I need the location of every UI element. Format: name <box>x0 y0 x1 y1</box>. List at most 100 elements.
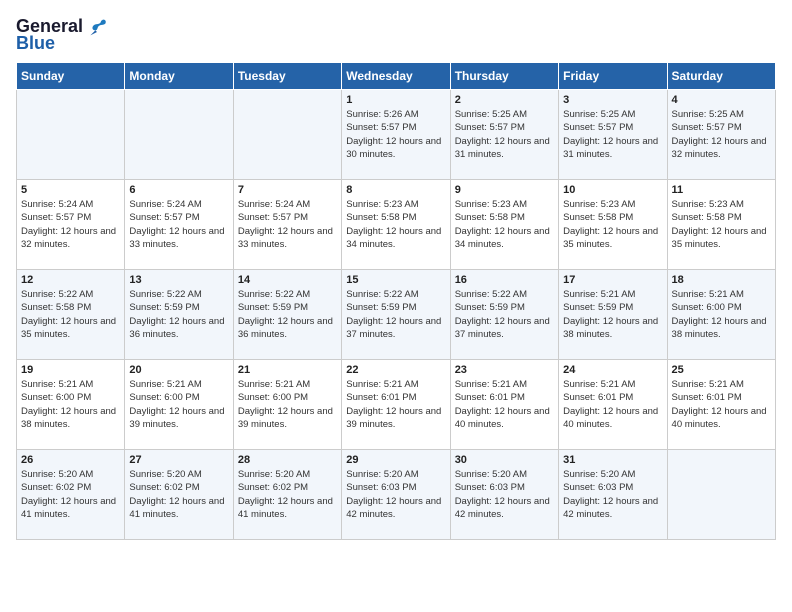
calendar-cell: 17 Sunrise: 5:21 AM Sunset: 5:59 PM Dayli… <box>559 270 667 360</box>
calendar-cell: 25 Sunrise: 5:21 AM Sunset: 6:01 PM Dayli… <box>667 360 775 450</box>
day-info: Sunrise: 5:24 AM Sunset: 5:57 PM Dayligh… <box>21 198 120 251</box>
day-info: Sunrise: 5:20 AM Sunset: 6:03 PM Dayligh… <box>563 468 662 521</box>
day-info: Sunrise: 5:25 AM Sunset: 5:57 PM Dayligh… <box>563 108 662 161</box>
day-info: Sunrise: 5:22 AM Sunset: 5:59 PM Dayligh… <box>346 288 445 341</box>
calendar-cell: 4 Sunrise: 5:25 AM Sunset: 5:57 PM Daylig… <box>667 90 775 180</box>
header-day-saturday: Saturday <box>667 63 775 90</box>
day-number: 12 <box>21 274 120 286</box>
calendar-cell: 3Sunrise: 5:25 AM Sunset: 5:57 PM Daylig… <box>559 90 667 180</box>
day-number: 15 <box>346 274 445 286</box>
day-info: Sunrise: 5:22 AM Sunset: 5:59 PM Dayligh… <box>129 288 228 341</box>
calendar-cell: 13 Sunrise: 5:22 AM Sunset: 5:59 PM Dayli… <box>125 270 233 360</box>
day-info: Sunrise: 5:20 AM Sunset: 6:02 PM Dayligh… <box>238 468 337 521</box>
calendar-cell: 26 Sunrise: 5:20 AM Sunset: 6:02 PM Dayli… <box>17 450 125 540</box>
week-row-5: 26 Sunrise: 5:20 AM Sunset: 6:02 PM Dayli… <box>17 450 776 540</box>
calendar-cell: 10Sunrise: 5:23 AM Sunset: 5:58 PM Dayli… <box>559 180 667 270</box>
day-number: 9 <box>455 184 554 196</box>
calendar-cell: 16 Sunrise: 5:22 AM Sunset: 5:59 PM Dayli… <box>450 270 558 360</box>
day-info: Sunrise: 5:24 AM Sunset: 5:57 PM Dayligh… <box>238 198 337 251</box>
day-info: Sunrise: 5:21 AM Sunset: 6:00 PM Dayligh… <box>129 378 228 431</box>
day-info: Sunrise: 5:21 AM Sunset: 5:59 PM Dayligh… <box>563 288 662 341</box>
day-number: 17 <box>563 274 662 286</box>
day-number: 30 <box>455 454 554 466</box>
calendar-cell: 23 Sunrise: 5:21 AM Sunset: 6:01 PM Dayli… <box>450 360 558 450</box>
day-info: Sunrise: 5:21 AM Sunset: 6:00 PM Dayligh… <box>21 378 120 431</box>
header-row: SundayMondayTuesdayWednesdayThursdayFrid… <box>17 63 776 90</box>
day-number: 20 <box>129 364 228 376</box>
day-number: 23 <box>455 364 554 376</box>
week-row-1: 1Sunrise: 5:26 AM Sunset: 5:57 PM Daylig… <box>17 90 776 180</box>
day-number: 5 <box>21 184 120 196</box>
day-info: Sunrise: 5:21 AM Sunset: 6:01 PM Dayligh… <box>672 378 771 431</box>
calendar-cell <box>667 450 775 540</box>
day-number: 6 <box>129 184 228 196</box>
calendar-cell: 27Sunrise: 5:20 AM Sunset: 6:02 PM Dayli… <box>125 450 233 540</box>
calendar-cell: 19 Sunrise: 5:21 AM Sunset: 6:00 PM Dayli… <box>17 360 125 450</box>
header-day-sunday: Sunday <box>17 63 125 90</box>
day-number: 16 <box>455 274 554 286</box>
calendar-cell: 1Sunrise: 5:26 AM Sunset: 5:57 PM Daylig… <box>342 90 450 180</box>
calendar-cell: 14 Sunrise: 5:22 AM Sunset: 5:59 PM Dayli… <box>233 270 341 360</box>
week-row-4: 19 Sunrise: 5:21 AM Sunset: 6:00 PM Dayli… <box>17 360 776 450</box>
calendar-cell: 5 Sunrise: 5:24 AM Sunset: 5:57 PM Daylig… <box>17 180 125 270</box>
day-info: Sunrise: 5:22 AM Sunset: 5:58 PM Dayligh… <box>21 288 120 341</box>
calendar-cell: 7 Sunrise: 5:24 AM Sunset: 5:57 PM Daylig… <box>233 180 341 270</box>
calendar-cell: 21 Sunrise: 5:21 AM Sunset: 6:00 PM Dayli… <box>233 360 341 450</box>
day-info: Sunrise: 5:22 AM Sunset: 5:59 PM Dayligh… <box>455 288 554 341</box>
day-info: Sunrise: 5:24 AM Sunset: 5:57 PM Dayligh… <box>129 198 228 251</box>
day-number: 18 <box>672 274 771 286</box>
calendar-cell: 2 Sunrise: 5:25 AM Sunset: 5:57 PM Daylig… <box>450 90 558 180</box>
day-info: Sunrise: 5:21 AM Sunset: 6:01 PM Dayligh… <box>346 378 445 431</box>
day-info: Sunrise: 5:25 AM Sunset: 5:57 PM Dayligh… <box>455 108 554 161</box>
day-number: 19 <box>21 364 120 376</box>
day-number: 1 <box>346 94 445 106</box>
day-info: Sunrise: 5:25 AM Sunset: 5:57 PM Dayligh… <box>672 108 771 161</box>
day-info: Sunrise: 5:21 AM Sunset: 6:00 PM Dayligh… <box>672 288 771 341</box>
logo: General Blue <box>16 16 107 54</box>
day-number: 25 <box>672 364 771 376</box>
header-day-friday: Friday <box>559 63 667 90</box>
day-info: Sunrise: 5:21 AM Sunset: 6:00 PM Dayligh… <box>238 378 337 431</box>
day-number: 4 <box>672 94 771 106</box>
day-info: Sunrise: 5:20 AM Sunset: 6:03 PM Dayligh… <box>346 468 445 521</box>
day-number: 11 <box>672 184 771 196</box>
logo-blue: Blue <box>16 33 55 54</box>
day-info: Sunrise: 5:21 AM Sunset: 6:01 PM Dayligh… <box>455 378 554 431</box>
header: General Blue <box>16 16 776 54</box>
day-info: Sunrise: 5:23 AM Sunset: 5:58 PM Dayligh… <box>346 198 445 251</box>
day-info: Sunrise: 5:23 AM Sunset: 5:58 PM Dayligh… <box>672 198 771 251</box>
calendar-cell <box>125 90 233 180</box>
calendar-cell: 24 Sunrise: 5:21 AM Sunset: 6:01 PM Dayli… <box>559 360 667 450</box>
week-row-3: 12 Sunrise: 5:22 AM Sunset: 5:58 PM Dayli… <box>17 270 776 360</box>
day-info: Sunrise: 5:23 AM Sunset: 5:58 PM Dayligh… <box>563 198 662 251</box>
day-number: 13 <box>129 274 228 286</box>
calendar-cell <box>17 90 125 180</box>
header-day-wednesday: Wednesday <box>342 63 450 90</box>
day-number: 24 <box>563 364 662 376</box>
day-number: 26 <box>21 454 120 466</box>
calendar-cell: 8 Sunrise: 5:23 AM Sunset: 5:58 PM Daylig… <box>342 180 450 270</box>
day-number: 7 <box>238 184 337 196</box>
day-number: 14 <box>238 274 337 286</box>
day-number: 28 <box>238 454 337 466</box>
calendar-cell: 22 Sunrise: 5:21 AM Sunset: 6:01 PM Dayli… <box>342 360 450 450</box>
day-number: 8 <box>346 184 445 196</box>
day-info: Sunrise: 5:20 AM Sunset: 6:02 PM Dayligh… <box>21 468 120 521</box>
day-info: Sunrise: 5:22 AM Sunset: 5:59 PM Dayligh… <box>238 288 337 341</box>
calendar-cell <box>233 90 341 180</box>
calendar-cell: 15 Sunrise: 5:22 AM Sunset: 5:59 PM Dayli… <box>342 270 450 360</box>
day-info: Sunrise: 5:20 AM Sunset: 6:02 PM Dayligh… <box>129 468 228 521</box>
calendar-cell: 12 Sunrise: 5:22 AM Sunset: 5:58 PM Dayli… <box>17 270 125 360</box>
day-number: 2 <box>455 94 554 106</box>
day-info: Sunrise: 5:21 AM Sunset: 6:01 PM Dayligh… <box>563 378 662 431</box>
calendar-cell: 6 Sunrise: 5:24 AM Sunset: 5:57 PM Daylig… <box>125 180 233 270</box>
day-number: 22 <box>346 364 445 376</box>
week-row-2: 5 Sunrise: 5:24 AM Sunset: 5:57 PM Daylig… <box>17 180 776 270</box>
calendar-cell: 11 Sunrise: 5:23 AM Sunset: 5:58 PM Dayli… <box>667 180 775 270</box>
day-number: 21 <box>238 364 337 376</box>
day-info: Sunrise: 5:20 AM Sunset: 6:03 PM Dayligh… <box>455 468 554 521</box>
calendar-cell: 9Sunrise: 5:23 AM Sunset: 5:58 PM Daylig… <box>450 180 558 270</box>
day-number: 31 <box>563 454 662 466</box>
header-day-thursday: Thursday <box>450 63 558 90</box>
calendar-cell: 28 Sunrise: 5:20 AM Sunset: 6:02 PM Dayli… <box>233 450 341 540</box>
